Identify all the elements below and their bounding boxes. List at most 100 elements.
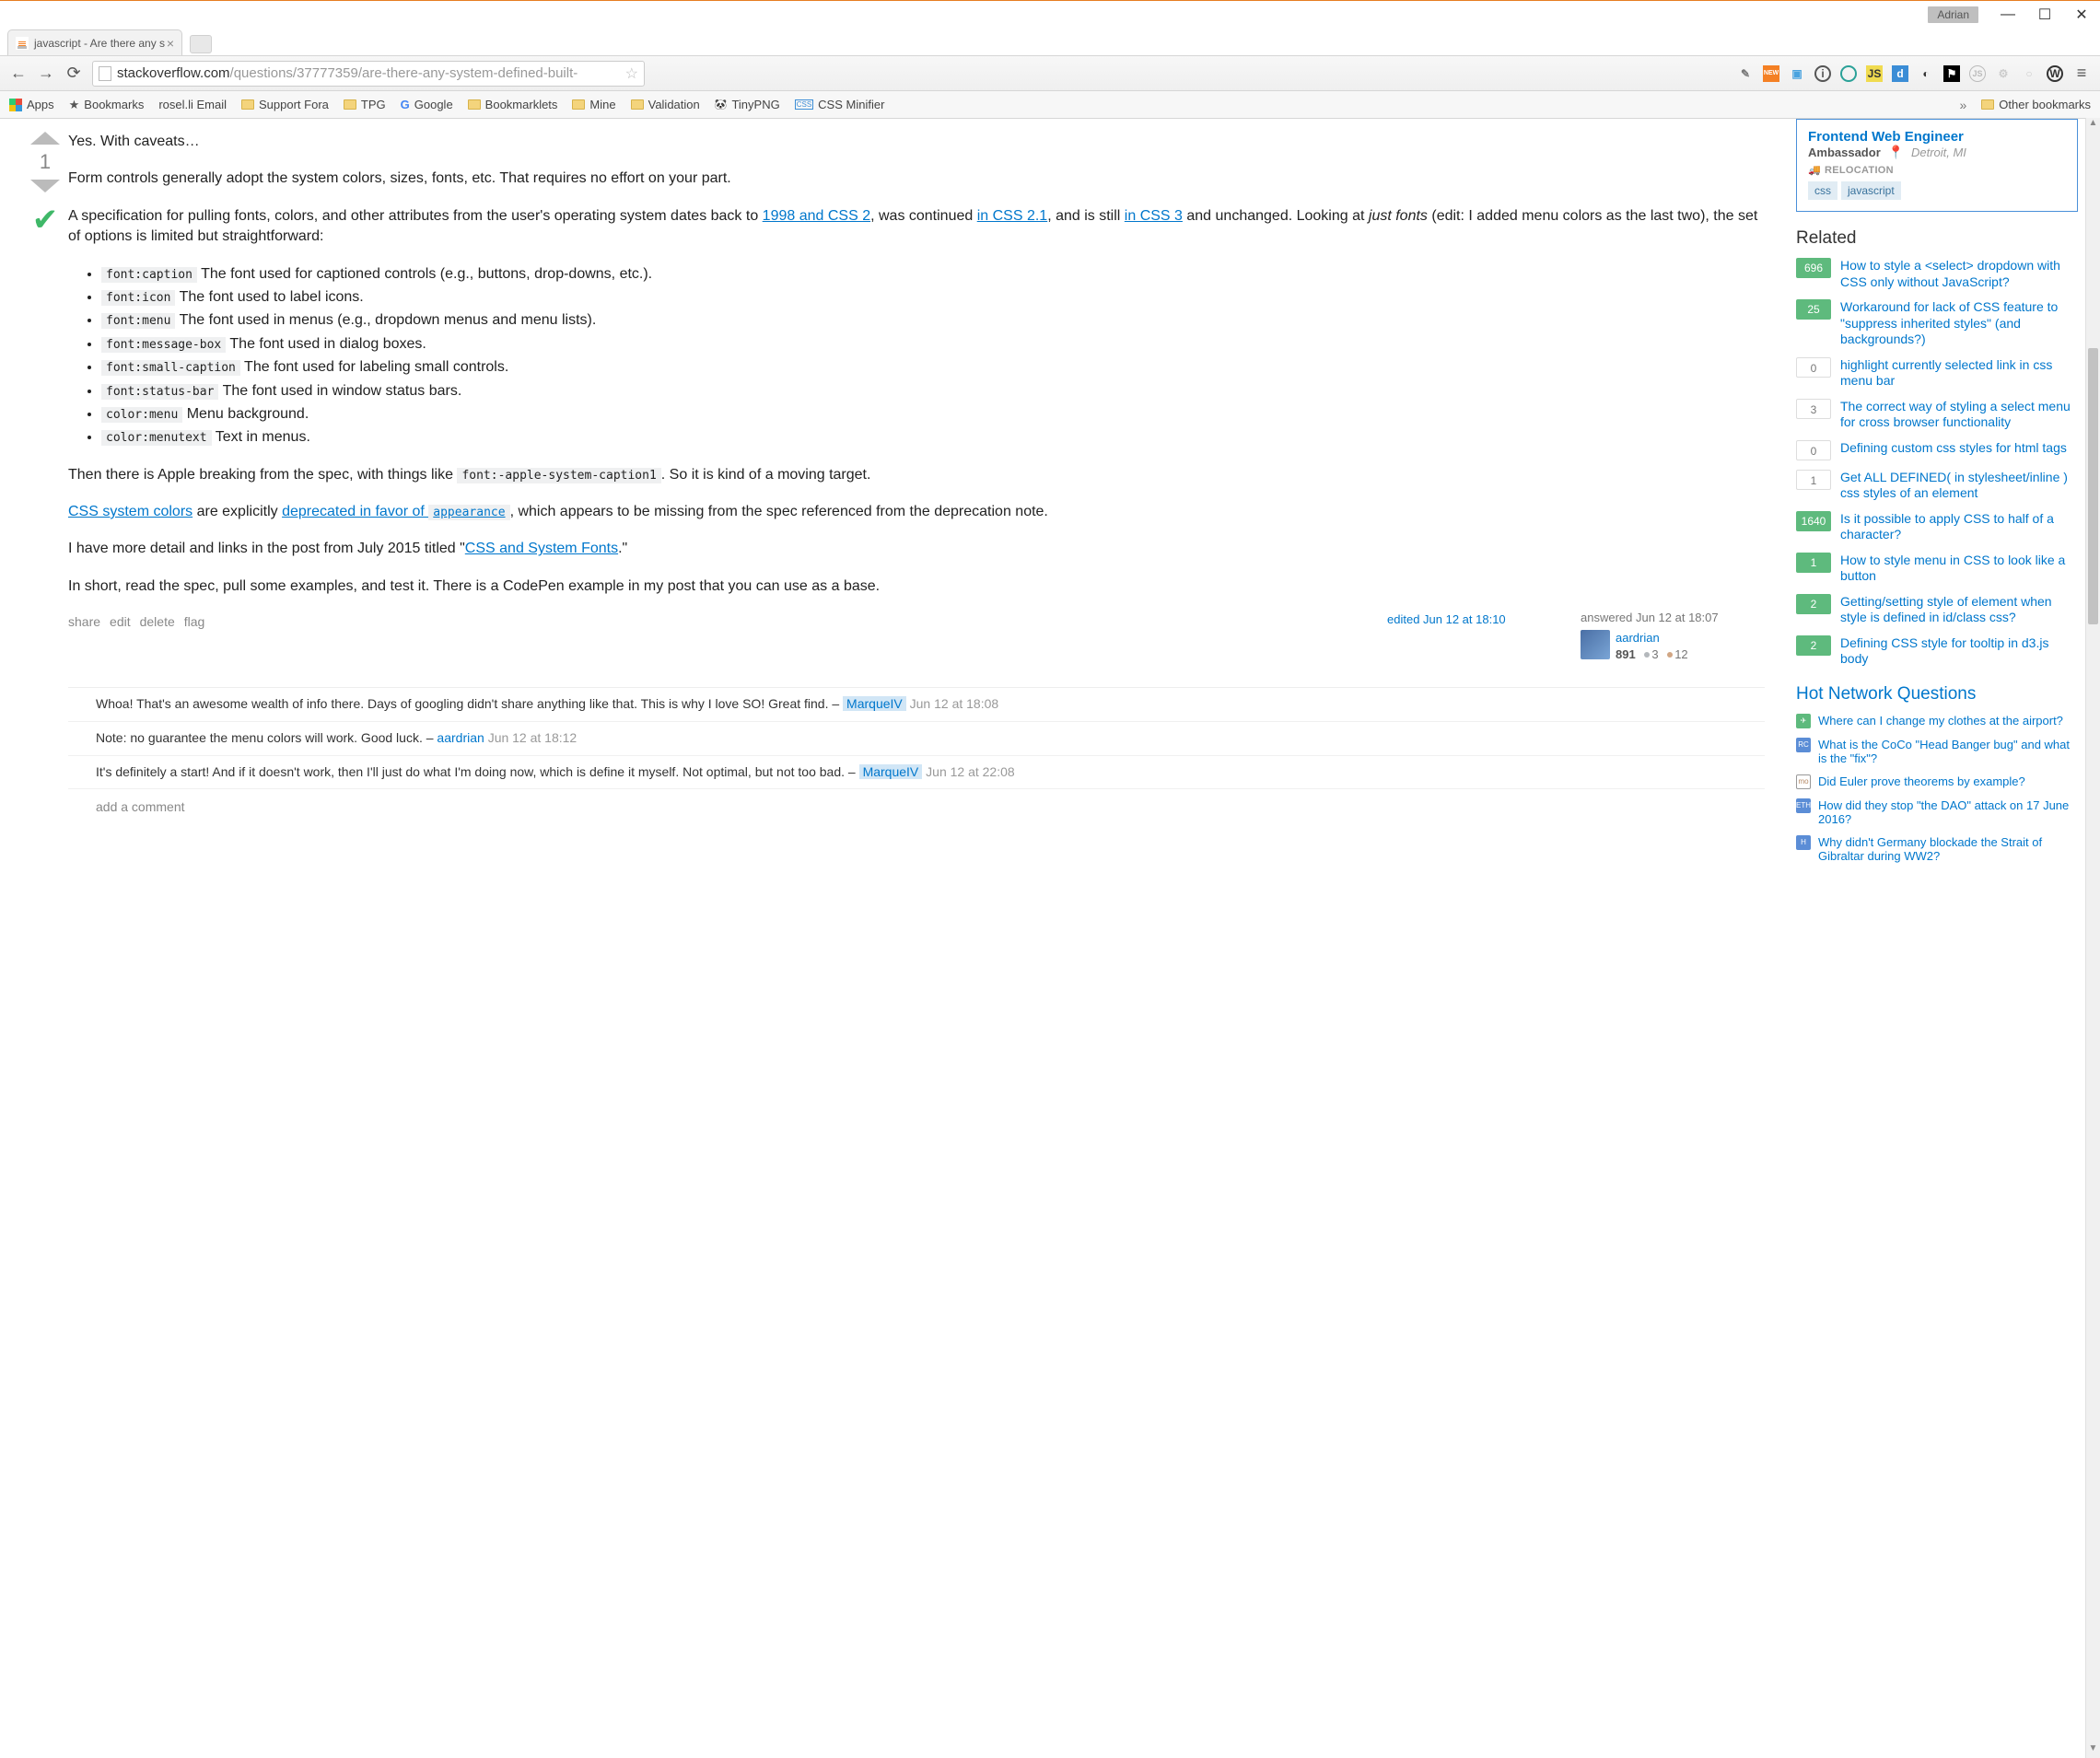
font-list-item: font:message-box The font used in dialog… [101,334,1765,355]
bk-mine[interactable]: Mine [572,98,615,111]
edited-link[interactable]: edited Jun 12 at 18:10 [1387,612,1506,626]
bk-google[interactable]: GGoogle [401,98,453,111]
maximize-button[interactable]: ☐ [2026,6,2063,24]
downvote-button[interactable] [30,180,60,192]
font-list: font:caption The font used for captioned… [68,264,1765,448]
address-bar[interactable]: stackoverflow.com /questions/37777359/ar… [92,61,645,87]
code-inline: color:menu [101,407,182,423]
related-count: 2 [1796,635,1831,656]
add-comment-link[interactable]: add a comment [68,789,185,817]
related-count: 1 [1796,553,1831,573]
related-count: 3 [1796,399,1831,419]
menu-icon[interactable]: ≡ [2072,64,2091,83]
link-css3[interactable]: in CSS 3 [1125,208,1183,224]
minimize-button[interactable]: — [1989,6,2026,23]
w-ext-icon[interactable]: W [2047,65,2063,82]
target-ext-icon[interactable] [1840,65,1857,82]
related-list: 696How to style a <select> dropdown with… [1796,258,2078,668]
tab-strip: javascript - Are there any s × [0,28,2100,56]
panda-icon: 🐼 [715,99,728,111]
scroll-down-icon[interactable]: ▼ [2086,1743,2100,1758]
bookmarks-overflow-icon[interactable]: » [1960,98,1967,112]
comment-time: Jun 12 at 22:08 [926,764,1015,779]
related-link[interactable]: How to style a <select> dropdown with CS… [1840,258,2078,290]
folder-icon [572,99,585,110]
moon-ext-icon[interactable]: ◐ [1918,65,1934,82]
link-system-colors[interactable]: CSS system colors [68,504,192,519]
forward-button[interactable]: → [37,64,55,83]
flag-ext-icon[interactable]: ⚑ [1943,65,1960,82]
related-link[interactable]: The correct way of styling a select menu… [1840,399,2078,431]
browser-tab-active[interactable]: javascript - Are there any s × [7,29,182,55]
gear-ext-icon[interactable]: ⚙ [1995,65,2012,82]
bk-validation[interactable]: Validation [631,98,700,111]
link-css21[interactable]: in CSS 2.1 [977,208,1047,224]
hot-question-link[interactable]: Where can I change my clothes at the air… [1818,714,2063,728]
job-card[interactable]: Frontend Web Engineer Ambassador 📍 Detro… [1796,119,2078,212]
related-link[interactable]: Getting/setting style of element when st… [1840,594,2078,626]
bk-cssmin[interactable]: CSSCSS Minifier [795,98,885,111]
related-link[interactable]: How to style menu in CSS to look like a … [1840,553,2078,585]
font-list-item: font:small-caption The font used for lab… [101,357,1765,378]
globe-ext-icon[interactable]: ○ [2021,65,2037,82]
code-inline: font:status-bar [101,384,218,400]
font-list-item: font:menu The font used in menus (e.g., … [101,310,1765,331]
d-ext-icon[interactable]: d [1892,65,1908,82]
vertical-scrollbar[interactable]: ▲ ▼ [2085,118,2100,1758]
hot-question-link[interactable]: Did Euler prove theorems by example? [1818,774,2025,788]
hot-questions-heading[interactable]: Hot Network Questions [1796,684,1976,704]
reload-button[interactable]: ⟳ [64,64,83,83]
hot-question-link[interactable]: Why didn't Germany blockade the Strait o… [1818,835,2078,863]
related-item: 696How to style a <select> dropdown with… [1796,258,2078,290]
related-link[interactable]: Workaround for lack of CSS feature to "s… [1840,299,2078,348]
bookmark-star-icon[interactable]: ☆ [625,64,638,83]
related-item: 2Getting/setting style of element when s… [1796,594,2078,626]
folder-icon [468,99,481,110]
new-ext-icon[interactable]: NEW [1763,65,1779,82]
hot-question-link[interactable]: What is the CoCo "Head Banger bug" and w… [1818,738,2078,765]
upvote-button[interactable] [30,132,60,145]
back-button[interactable]: ← [9,64,28,83]
link-css2-1998[interactable]: 1998 and CSS 2 [763,208,870,224]
hot-question-link[interactable]: How did they stop "the DAO" attack on 17… [1818,798,2078,826]
related-link[interactable]: Defining custom css styles for html tags [1840,440,2067,457]
folder-icon [241,99,254,110]
other-bookmarks[interactable]: Other bookmarks [1981,98,2091,111]
bk-roselli[interactable]: rosel.li Email [158,98,227,111]
related-link[interactable]: Is it possible to apply CSS to half of a… [1840,511,2078,543]
info-ext-icon[interactable]: i [1814,65,1831,82]
bk-support[interactable]: Support Fora [241,98,329,111]
scrollbar-thumb[interactable] [2088,348,2098,624]
related-link[interactable]: Defining CSS style for tooltip in d3.js … [1840,635,2078,668]
bk-bklets[interactable]: Bookmarklets [468,98,558,111]
bk-tinypng[interactable]: 🐼TinyPNG [715,98,780,111]
code-inline: font:icon [101,290,175,306]
scroll-up-icon[interactable]: ▲ [2086,118,2100,133]
js2-ext-icon[interactable]: JS [1969,65,1986,82]
js-ext-icon[interactable]: JS [1866,65,1883,82]
browser-navbar: ← → ⟳ stackoverflow.com /questions/37777… [0,56,2100,91]
related-item: 0highlight currently selected link in cs… [1796,357,2078,390]
notif-ext-icon[interactable]: ▣ [1789,65,1805,82]
apps-button[interactable]: Apps [9,98,54,111]
tab-close-icon[interactable]: × [167,36,174,51]
comment-user[interactable]: aardrian [437,730,484,745]
comment-user[interactable]: MarqueIV [843,696,906,711]
bookmarks-menu[interactable]: ★Bookmarks [69,98,145,112]
eyedropper-icon[interactable]: ✎ [1737,65,1754,82]
avatar[interactable] [1581,630,1610,659]
tag[interactable]: css [1808,181,1838,200]
window-titlebar: Adrian — ☐ ✕ [0,0,2100,28]
related-item: 1640Is it possible to apply CSS to half … [1796,511,2078,543]
related-link[interactable]: Get ALL DEFINED( in stylesheet/inline ) … [1840,470,2078,502]
new-tab-button[interactable] [190,35,212,53]
user-tag: Adrian [1928,6,1978,23]
tag[interactable]: javascript [1841,181,1901,200]
comment: It's definitely a start! And if it doesn… [68,756,1765,790]
related-link[interactable]: highlight currently selected link in css… [1840,357,2078,390]
close-window-button[interactable]: ✕ [2063,6,2100,24]
bk-tpg[interactable]: TPG [344,98,386,111]
comment-user[interactable]: MarqueIV [859,764,923,779]
link-deprecated[interactable]: deprecated in favor of appearance [282,504,510,519]
link-blog-post[interactable]: CSS and System Fonts [465,541,618,556]
